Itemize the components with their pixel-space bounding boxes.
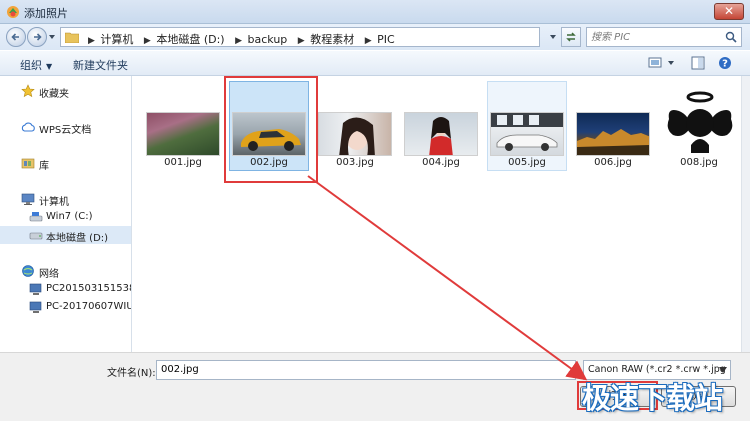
annotation-arrow <box>307 175 588 381</box>
watermark-logo: 极速下载站 <box>582 381 723 415</box>
